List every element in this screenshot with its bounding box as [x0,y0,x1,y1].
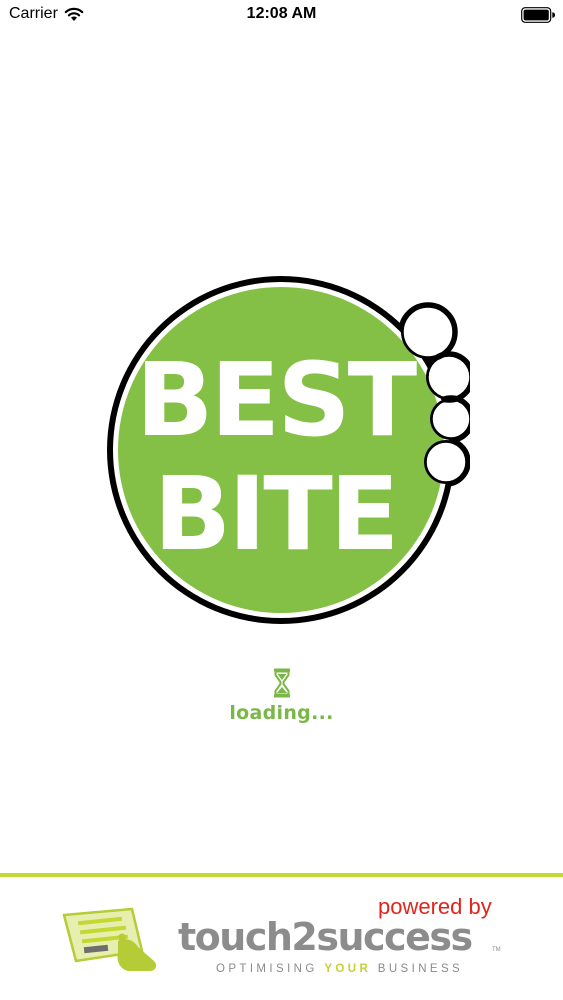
tagline: OPTIMISING YOUR BUSINESS [216,963,463,975]
tagline-highlight: YOUR [324,963,372,975]
battery-icon [521,7,555,23]
powered-by-footer: powered by touch2success TM OPTIMISING Y… [0,877,563,1000]
tagline-start: OPTIMISING [216,963,325,975]
touch2success-mark-icon [62,907,157,971]
tagline-end: BUSINESS [371,963,464,975]
logo-line-best: BEST [136,341,418,460]
hourglass-icon [273,668,290,698]
trademark-mark: TM [492,947,501,953]
loading-indicator: loading... [0,668,563,724]
status-time: 12:08 AM [246,5,317,22]
loading-text: loading... [229,702,334,724]
best-bite-logo: BEST BITE [107,276,470,624]
logo-line-bite: BITE [154,455,397,574]
status-bar: Carrier 12:08 AM [0,0,563,30]
brand-name: touch2success [178,915,473,959]
